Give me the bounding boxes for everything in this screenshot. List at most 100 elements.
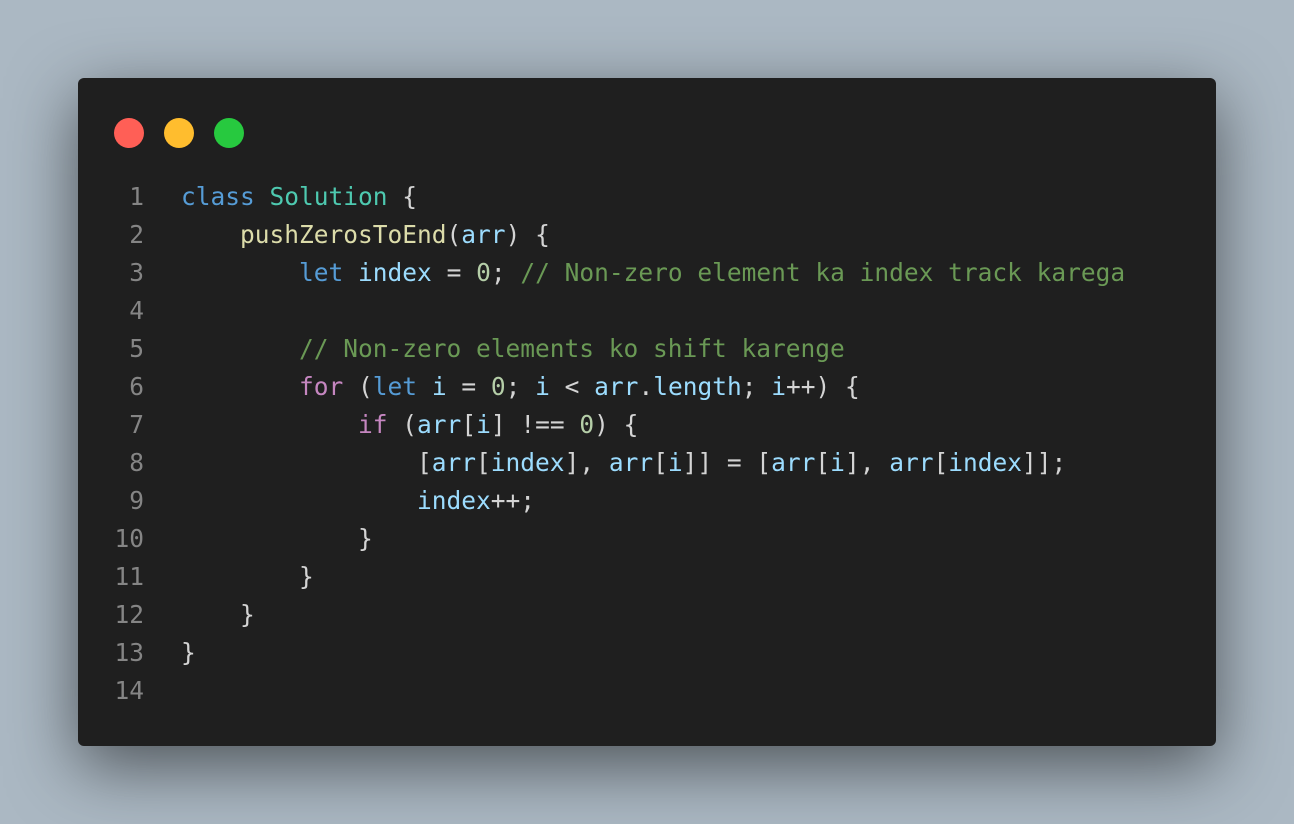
code-token-var: i (431, 372, 447, 401)
line-number: 12 (114, 600, 144, 629)
line-number: 5 (129, 334, 144, 363)
code-token-control: for (299, 372, 344, 401)
code-token-punct (255, 182, 270, 211)
code-line: 9 index++; (78, 482, 1216, 520)
code-block: 1 class Solution {2 pushZerosToEnd(arr) {… (78, 178, 1216, 710)
code-token-punct: } (181, 600, 255, 629)
code-token-punct: [ (461, 410, 477, 439)
code-token-punct: [ (815, 448, 831, 477)
line-code: } (181, 596, 255, 634)
code-token-punct: = (431, 258, 477, 287)
code-window: 1 class Solution {2 pushZerosToEnd(arr) {… (78, 78, 1216, 746)
line-code: } (181, 634, 196, 672)
line-number: 9 (129, 486, 144, 515)
code-token-var: arr (417, 410, 462, 439)
code-token-punct: ( (387, 410, 418, 439)
code-token-punct: ]]; (1022, 448, 1067, 477)
line-number: 14 (114, 676, 144, 705)
code-token-var: arr (461, 220, 506, 249)
code-token-class: Solution (269, 182, 388, 211)
code-token-punct: ], (844, 448, 890, 477)
code-token-keyword: class (181, 182, 255, 211)
code-token-punct: ( (343, 372, 373, 401)
code-token-comment: // Non-zero element ka index track kareg… (520, 258, 1126, 287)
code-token-punct: = (446, 372, 491, 401)
code-token-punct: ]] = [ (682, 448, 772, 477)
code-token-num: 0 (490, 372, 506, 401)
code-token-var: length (653, 372, 742, 401)
line-code: for (let i = 0; i < arr.length; i++) { (181, 368, 860, 406)
code-token-var: index (948, 448, 1022, 477)
code-token-num: 0 (579, 410, 595, 439)
code-token-punct (181, 258, 299, 287)
code-token-num: 0 (476, 258, 491, 287)
line-code: let index = 0; // Non-zero element ka in… (181, 254, 1125, 292)
code-line: 6 for (let i = 0; i < arr.length; i++) { (78, 368, 1216, 406)
code-token-punct: ++) { (786, 372, 860, 401)
code-token-punct (181, 334, 299, 363)
code-token-var: arr (608, 448, 654, 477)
code-token-var: index (417, 486, 491, 515)
code-line: 5 // Non-zero elements ko shift karenge (78, 330, 1216, 368)
line-code: index++; (181, 482, 535, 520)
code-line: 12 } (78, 596, 1216, 634)
line-number: 4 (129, 296, 144, 325)
line-number: 7 (129, 410, 144, 439)
code-token-punct (181, 372, 299, 401)
minimize-button[interactable] (164, 118, 194, 148)
code-token-var: index (358, 258, 432, 287)
line-number: 6 (129, 372, 144, 401)
line-code: // Non-zero elements ko shift karenge (181, 330, 845, 368)
code-token-punct (343, 258, 358, 287)
code-token-var: arr (889, 448, 934, 477)
code-line: 11 } (78, 558, 1216, 596)
code-line: 4 (78, 292, 1216, 330)
code-token-var: arr (431, 448, 477, 477)
line-code: if (arr[i] !== 0) { (181, 406, 638, 444)
code-token-punct: { (387, 182, 418, 211)
code-line: 7 if (arr[i] !== 0) { (78, 406, 1216, 444)
code-token-comment: // Non-zero elements ko shift karenge (299, 334, 845, 363)
line-number: 13 (114, 638, 144, 667)
code-token-punct: [ (653, 448, 668, 477)
code-token-var: arr (594, 372, 639, 401)
close-button[interactable] (114, 118, 144, 148)
maximize-button[interactable] (214, 118, 244, 148)
code-token-punct: ; (505, 372, 536, 401)
code-token-punct: [ (181, 448, 432, 477)
code-token-keyword: let (372, 372, 418, 401)
code-token-punct: [ (476, 448, 491, 477)
code-line: 8 [arr[index], arr[i]] = [arr[i], arr[in… (78, 444, 1216, 482)
code-token-punct: . (638, 372, 654, 401)
code-token-punct: ( (446, 220, 462, 249)
code-token-var: i (667, 448, 683, 477)
code-token-punct (181, 220, 240, 249)
code-token-punct (417, 372, 432, 401)
code-line: 10 } (78, 520, 1216, 558)
code-token-punct (181, 486, 417, 515)
code-token-var: arr (771, 448, 816, 477)
code-line: 2 pushZerosToEnd(arr) { (78, 216, 1216, 254)
code-line: 14 (78, 672, 1216, 710)
code-line: 1 class Solution { (78, 178, 1216, 216)
code-token-control: if (358, 410, 388, 439)
code-token-punct: } (181, 524, 373, 553)
code-token-var: i (535, 372, 550, 401)
code-token-punct: ++; (490, 486, 536, 515)
code-token-var: i (476, 410, 491, 439)
code-line: 3 let index = 0; // Non-zero element ka … (78, 254, 1216, 292)
line-code: pushZerosToEnd(arr) { (181, 216, 550, 254)
code-token-punct: ; (741, 372, 772, 401)
line-code: } (181, 558, 314, 596)
code-token-punct: ) { (505, 220, 550, 249)
code-token-punct: ] !== (490, 410, 580, 439)
line-code: class Solution { (181, 178, 417, 216)
code-token-punct: ; (490, 258, 521, 287)
line-number: 10 (114, 524, 144, 553)
code-token-punct: [ (933, 448, 949, 477)
code-token-var: i (771, 372, 786, 401)
code-token-var: i (830, 448, 845, 477)
code-token-punct: } (181, 638, 196, 667)
code-token-punct (181, 410, 358, 439)
code-token-punct: ) { (594, 410, 639, 439)
